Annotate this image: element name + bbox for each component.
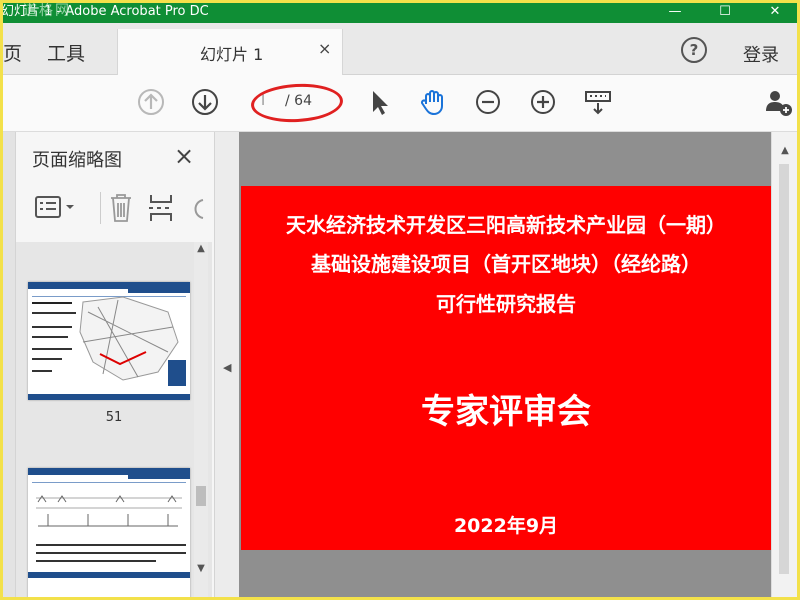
close-tab-icon[interactable]: × bbox=[318, 39, 331, 58]
thumbnail-page-52[interactable] bbox=[28, 468, 190, 597]
page-thumbnails-panel: 页面缩略图 × 51 ▲ ▼ bbox=[15, 132, 216, 597]
help-icon[interactable]: ? bbox=[681, 37, 707, 63]
report-title-line-2: 基础设施建设项目（首开区地块）（经纶路） bbox=[311, 252, 701, 276]
zoom-in-icon[interactable] bbox=[528, 87, 558, 117]
thumbnail-options-icon[interactable] bbox=[34, 194, 80, 222]
keyboard-icon[interactable] bbox=[583, 87, 613, 117]
minimize-button[interactable]: — bbox=[655, 3, 695, 23]
scroll-thumb[interactable] bbox=[196, 486, 206, 506]
document-view[interactable]: 天水经济技术开发区三阳高新技术产业园（一期） 基础设施建设项目（首开区地块）（经… bbox=[239, 132, 771, 597]
doc-scroll-up-arrow-icon[interactable]: ▲ bbox=[778, 144, 792, 158]
thumbnail-51-image bbox=[28, 282, 190, 400]
zoom-out-icon[interactable] bbox=[473, 87, 503, 117]
login-button[interactable]: 登录 bbox=[743, 41, 779, 67]
scroll-down-arrow-icon[interactable]: ▼ bbox=[194, 562, 208, 576]
meeting-heading: 专家评审会 bbox=[421, 392, 591, 432]
thumbnail-toolbar bbox=[16, 190, 216, 226]
tab-home[interactable]: 页 bbox=[3, 39, 22, 66]
title-bar: 幻灯片 1 - Adobe Acrobat Pro DC 道格网 — ☐ ✕ bbox=[3, 3, 797, 23]
select-cursor-icon[interactable] bbox=[365, 87, 395, 117]
document-tab[interactable]: 幻灯片 1 × bbox=[117, 29, 343, 75]
thumbnail-scrollbar[interactable]: ▲ ▼ bbox=[194, 242, 208, 597]
document-scrollbar[interactable]: ▲ bbox=[771, 132, 797, 597]
document-tab-label: 幻灯片 1 bbox=[200, 45, 264, 64]
hand-tool-icon[interactable] bbox=[418, 87, 448, 117]
panel-title: 页面缩略图 bbox=[32, 150, 122, 171]
extract-page-icon[interactable] bbox=[148, 192, 174, 224]
next-page-icon[interactable] bbox=[190, 87, 220, 117]
thumbnail-list[interactable]: 51 ▲ ▼ bbox=[16, 242, 212, 597]
tab-bar: 页 工具 幻灯片 1 × ? 登录 bbox=[3, 23, 797, 75]
app-window: 幻灯片 1 - Adobe Acrobat Pro DC 道格网 — ☐ ✕ 页… bbox=[0, 0, 800, 600]
report-title-line-3: 可行性研究报告 bbox=[436, 292, 576, 316]
report-title-line-1: 天水经济技术开发区三阳高新技术产业园（一期） bbox=[286, 213, 726, 237]
collapse-panel-arrow-icon[interactable]: ◀ bbox=[223, 361, 231, 374]
add-user-icon[interactable] bbox=[763, 87, 793, 117]
thumbnail-page-51[interactable] bbox=[28, 282, 190, 400]
panel-close-icon[interactable]: × bbox=[174, 142, 194, 170]
close-window-button[interactable]: ✕ bbox=[755, 3, 795, 23]
document-page: 天水经济技术开发区三阳高新技术产业园（一期） 基础设施建设项目（首开区地块）（经… bbox=[241, 186, 771, 550]
report-date: 2022年9月 bbox=[453, 515, 559, 537]
rotate-page-icon[interactable] bbox=[188, 194, 208, 224]
maximize-button[interactable]: ☐ bbox=[705, 3, 745, 23]
toolbar-divider bbox=[100, 192, 101, 224]
delete-page-icon[interactable] bbox=[108, 192, 134, 224]
tab-tools[interactable]: 工具 bbox=[47, 39, 85, 66]
toolbar: I / 64 bbox=[3, 75, 797, 132]
watermark-logo: 道格网 bbox=[23, 3, 71, 19]
prev-page-icon[interactable] bbox=[136, 87, 166, 117]
left-navigation-strip bbox=[3, 132, 15, 597]
scroll-up-arrow-icon[interactable]: ▲ bbox=[194, 242, 208, 256]
thumbnail-page-number: 51 bbox=[105, 410, 123, 425]
doc-scroll-thumb[interactable] bbox=[779, 164, 789, 574]
thumbnail-52-image bbox=[28, 468, 190, 578]
